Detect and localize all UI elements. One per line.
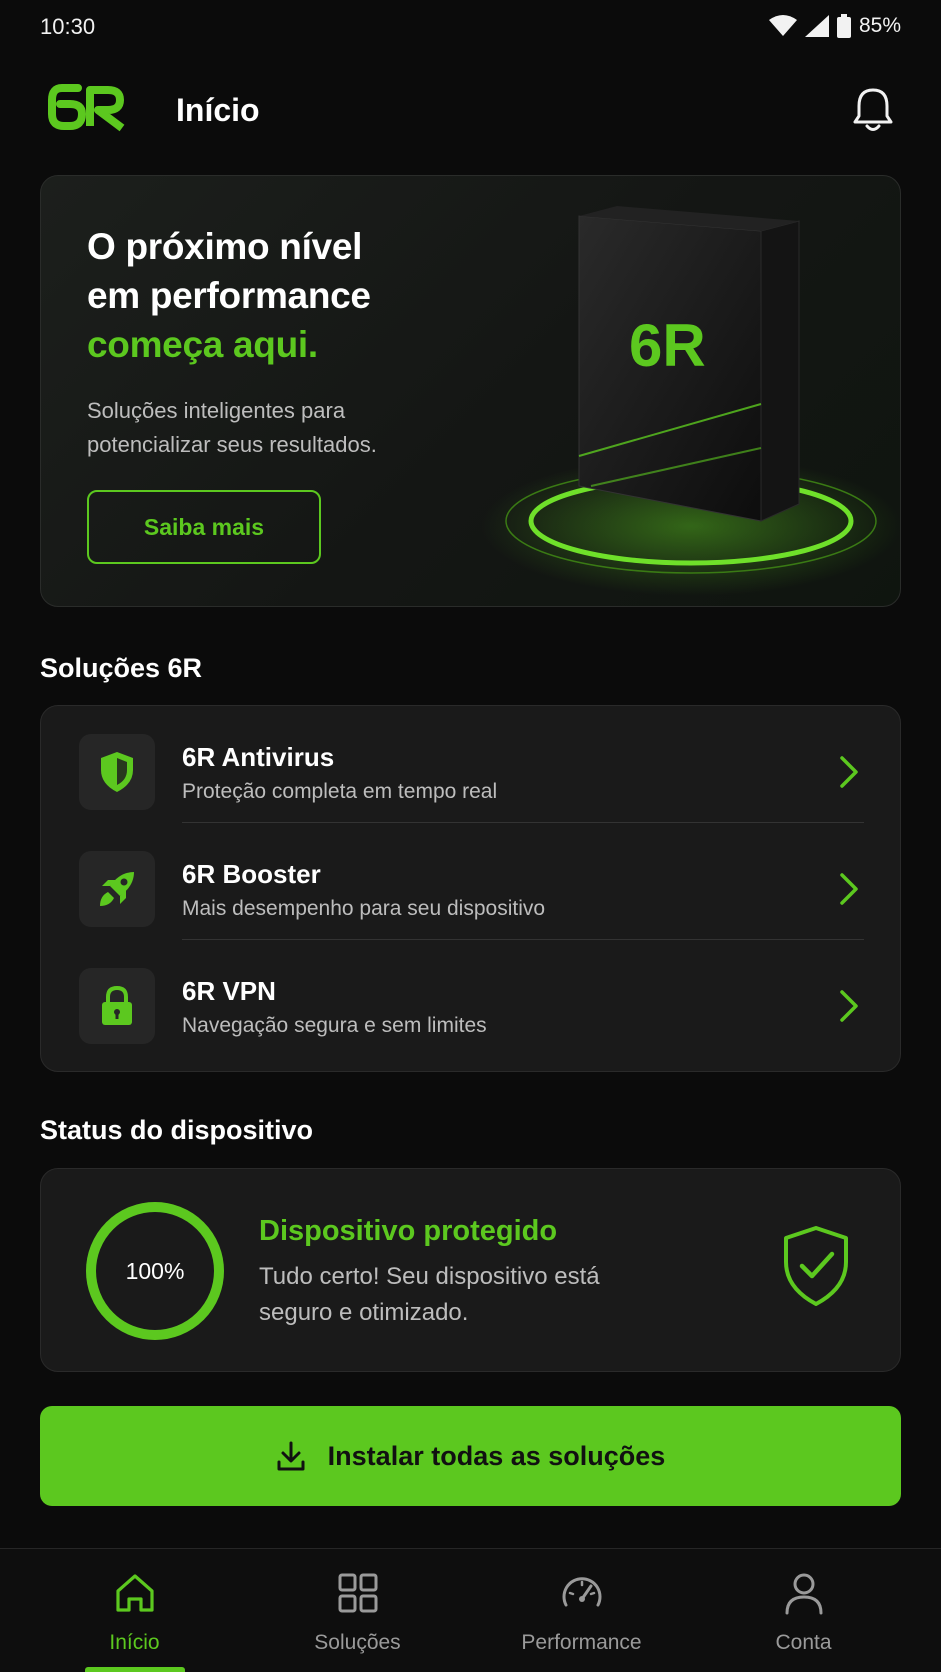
solution-description: Proteção completa em tempo real: [182, 780, 498, 803]
product-logo: 6R: [629, 312, 706, 379]
status-headline: Dispositivo protegido: [259, 1215, 558, 1247]
hero-subtitle: Soluções inteligentes para potencializar…: [87, 398, 377, 457]
nav-item-conta[interactable]: Conta: [686, 1549, 921, 1672]
signal-icon: [804, 15, 829, 37]
rocket-icon: [100, 872, 134, 906]
status-bar: 10:30 85%: [0, 0, 941, 56]
nav-label: Início: [109, 1631, 160, 1654]
active-nav-indicator: [84, 1667, 185, 1672]
nav-item-solucoes[interactable]: Soluções: [240, 1549, 475, 1672]
learn-more-button[interactable]: Saiba mais: [87, 490, 321, 564]
solution-description: Navegação segura e sem limites: [182, 1014, 487, 1037]
status-description: Tudo certo! Seu dispositivo está seguro …: [259, 1263, 600, 1326]
solution-item-antivirus[interactable]: 6R Antivirus Proteção completa em tempo …: [41, 706, 902, 823]
grid-icon: [338, 1573, 377, 1613]
solution-icon-box: [79, 851, 155, 927]
bell-icon[interactable]: [851, 86, 895, 134]
product-box-image: 6R: [481, 206, 900, 596]
chevron-right-icon: [840, 873, 858, 905]
user-icon: [785, 1573, 822, 1615]
solutions-section-title: Soluções 6R: [40, 653, 203, 683]
gauge-icon: [562, 1577, 601, 1607]
solution-name: 6R Antivirus: [182, 742, 335, 772]
protection-percent: 100%: [125, 1257, 185, 1284]
battery-icon: [836, 14, 851, 38]
solution-item-vpn[interactable]: 6R VPN Navegação segura e sem limites: [41, 940, 902, 1057]
install-all-button[interactable]: Instalar todas as soluções: [40, 1406, 901, 1506]
solution-icon-box: [79, 734, 155, 810]
nav-label: Conta: [775, 1631, 832, 1654]
nav-item-performance[interactable]: Performance: [464, 1549, 699, 1672]
solution-name: 6R Booster: [182, 859, 321, 889]
solutions-list: 6R Antivirus Proteção completa em tempo …: [40, 705, 901, 1072]
solution-icon-box: [79, 968, 155, 1044]
chevron-right-icon: [840, 756, 858, 788]
brand-logo[interactable]: [48, 82, 128, 132]
status-icons: 85%: [768, 14, 901, 38]
hero-headline-line3: começa aqui.: [87, 324, 318, 365]
download-icon: [277, 1441, 305, 1471]
status-time: 10:30: [40, 14, 96, 39]
nav-item-inicio[interactable]: Início: [17, 1549, 252, 1672]
app-header: Início: [0, 70, 941, 150]
page-title: Início: [176, 92, 260, 128]
nav-label: Performance: [521, 1631, 642, 1654]
lock-icon: [102, 985, 132, 1025]
hero-headline-line2: em performance: [87, 275, 371, 316]
solution-name: 6R VPN: [182, 976, 276, 1006]
hero-banner: O próximo nível em performance começa aq…: [40, 175, 901, 607]
device-status-title: Status do dispositivo: [40, 1115, 314, 1145]
battery-percent: 85%: [858, 14, 901, 37]
device-status-card: 100% Dispositivo protegido Tudo certo! S…: [40, 1168, 901, 1372]
nav-label: Soluções: [314, 1631, 401, 1654]
solution-description: Mais desempenho para seu dispositivo: [182, 897, 546, 920]
shield-check-icon: [784, 1226, 848, 1306]
bottom-navigation: Início Soluções Performance Conta: [0, 1548, 941, 1672]
install-all-label: Instalar todas as soluções: [327, 1440, 666, 1471]
hero-headline-line1: O próximo nível: [87, 226, 363, 267]
home-icon: [115, 1574, 154, 1612]
solution-item-booster[interactable]: 6R Booster Mais desempenho para seu disp…: [41, 823, 902, 940]
wifi-icon: [768, 15, 797, 36]
shield-icon: [101, 752, 133, 792]
chevron-right-icon: [840, 990, 858, 1022]
